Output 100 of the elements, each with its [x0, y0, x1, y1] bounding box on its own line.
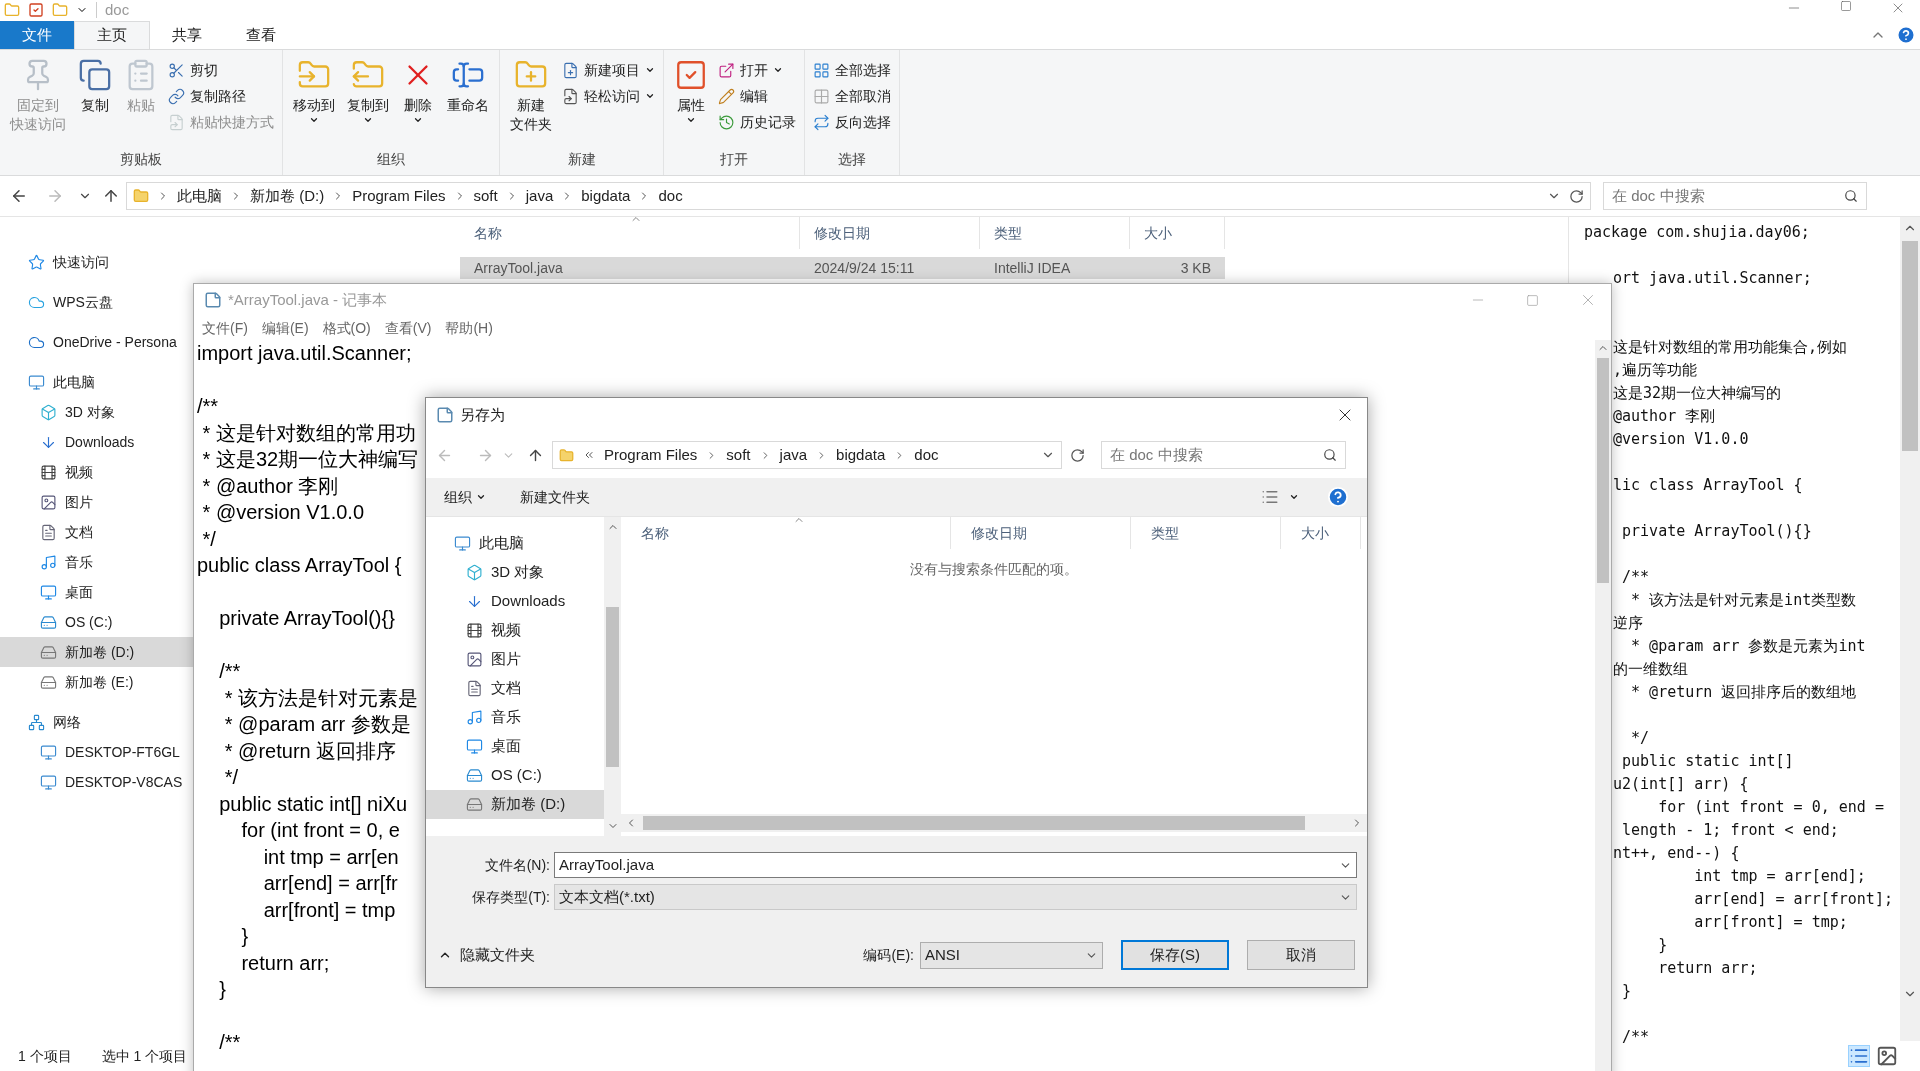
toolbar-button[interactable]: 组织	[444, 486, 486, 508]
filetype-select[interactable]: 文本文档(*.txt)	[554, 884, 1357, 910]
ribbon-tab[interactable]: 主页	[74, 21, 150, 49]
nav-item[interactable]: 此电脑	[0, 367, 193, 397]
column-header[interactable]: 修改日期	[951, 517, 1131, 549]
nav-item[interactable]: 新加卷 (D:)	[0, 637, 193, 667]
ribbon-button[interactable]: 历史记录	[718, 110, 796, 134]
column-header[interactable]: 类型	[980, 217, 1130, 249]
menu-item[interactable]: 文件(F)	[202, 317, 248, 339]
ribbon-tab[interactable]: 查看	[224, 21, 298, 49]
scrollbar-thumb[interactable]	[643, 816, 1305, 830]
column-header[interactable]: 名称	[460, 217, 800, 249]
nav-item[interactable]: 3D 对象	[0, 397, 193, 427]
horizontal-scrollbar[interactable]	[621, 814, 1367, 832]
ribbon-button[interactable]: 新建 文件夹	[506, 56, 556, 134]
ribbon-button[interactable]: 移动到	[289, 56, 339, 125]
breadcrumb[interactable]: bigdata	[836, 443, 886, 467]
ribbon-button[interactable]: 剪切	[168, 58, 274, 82]
nav-item[interactable]: OS (C:)	[0, 607, 193, 637]
nav-item[interactable]: 视频	[0, 457, 193, 487]
folder-icon[interactable]	[4, 2, 20, 18]
column-header[interactable]: 类型	[1131, 517, 1281, 549]
scrollbar[interactable]	[604, 517, 621, 836]
menu-item[interactable]: 格式(O)	[322, 317, 371, 339]
ribbon-tab[interactable]: 文件	[0, 21, 74, 49]
nav-item[interactable]: 桌面	[0, 577, 193, 607]
ribbon-button[interactable]: 打开	[718, 58, 796, 82]
nav-item[interactable]: 桌面	[426, 732, 604, 761]
nav-item[interactable]: Downloads	[0, 427, 193, 457]
ribbon-button[interactable]: 全部取消	[813, 84, 891, 108]
ribbon-button[interactable]: 全部选择	[813, 58, 891, 82]
maximize-icon[interactable]	[1526, 293, 1539, 307]
nav-item[interactable]: 快速访问	[0, 247, 193, 277]
nav-item[interactable]: 网络	[0, 707, 193, 737]
breadcrumb[interactable]: soft	[473, 184, 498, 208]
caret-icon[interactable]	[1289, 492, 1299, 502]
toolbar-button[interactable]: 新建文件夹	[520, 486, 590, 508]
ribbon-button[interactable]: 重命名	[443, 56, 493, 115]
ribbon-button[interactable]: 复制	[74, 56, 116, 115]
nav-item[interactable]: DESKTOP-V8CAS	[0, 767, 193, 797]
breadcrumb[interactable]: Program Files	[604, 443, 698, 467]
restore-icon[interactable]	[1840, 0, 1852, 12]
nav-item[interactable]: 新加卷 (D:)	[426, 790, 604, 819]
nav-item[interactable]: 图片	[0, 487, 193, 517]
nav-item[interactable]: 3D 对象	[426, 558, 604, 587]
nav-item[interactable]: 文档	[426, 674, 604, 703]
address-bar[interactable]: Program Files soft java bigdata doc	[552, 441, 1062, 469]
encoding-select[interactable]: ANSI	[920, 941, 1103, 969]
menu-item[interactable]: 帮助(H)	[445, 317, 493, 339]
details-view-icon[interactable]	[1848, 1045, 1870, 1067]
address-bar[interactable]: 此电脑 新加卷 (D:) Program Files soft java bigdata doc	[126, 182, 1591, 210]
view-icon[interactable]	[1261, 488, 1279, 506]
ribbon-button[interactable]: 新建项目	[562, 58, 655, 82]
scrollbar-thumb[interactable]	[606, 607, 619, 767]
refresh-icon[interactable]	[1070, 447, 1085, 463]
breadcrumb[interactable]: Program Files	[352, 184, 446, 208]
breadcrumb[interactable]: soft	[726, 443, 751, 467]
scrollbar-thumb[interactable]	[1597, 358, 1609, 583]
ribbon-button[interactable]: 复制到	[343, 56, 393, 125]
breadcrumb[interactable]: java	[779, 443, 808, 467]
nav-item[interactable]: 新加卷 (E:)	[0, 667, 193, 697]
ribbon-button[interactable]: 反向选择	[813, 110, 891, 134]
ribbon-button[interactable]: 编辑	[718, 84, 796, 108]
nav-item[interactable]: 视频	[426, 616, 604, 645]
ribbon-button[interactable]: 轻松访问	[562, 84, 655, 108]
folder-icon[interactable]	[52, 2, 68, 18]
nav-item[interactable]: 音乐	[0, 547, 193, 577]
nav-item[interactable]: 图片	[426, 645, 604, 674]
nav-item[interactable]: WPS云盘	[0, 287, 193, 317]
breadcrumb[interactable]: bigdata	[581, 184, 631, 208]
scrollbar-thumb[interactable]	[1902, 241, 1918, 451]
nav-item[interactable]: 此电脑	[426, 529, 604, 558]
nav-item[interactable]: OS (C:)	[426, 761, 604, 790]
column-header[interactable]: 修改日期	[800, 217, 980, 249]
help-icon[interactable]	[1896, 25, 1916, 45]
column-header[interactable]: 大小	[1130, 217, 1225, 249]
nav-item[interactable]: DESKTOP-FT6GL	[0, 737, 193, 767]
menu-item[interactable]: 编辑(E)	[261, 317, 309, 339]
breadcrumb[interactable]: java	[525, 184, 554, 208]
nav-item[interactable]: 音乐	[426, 703, 604, 732]
breadcrumb[interactable]: doc	[914, 443, 939, 467]
search-field[interactable]: 在 doc 中搜索	[1101, 441, 1346, 469]
file-row[interactable]: ArrayTool.java 2024/9/24 15:11 IntelliJ IDEA 3 KB	[460, 257, 1225, 279]
ribbon-button[interactable]: 复制路径	[168, 84, 274, 108]
ribbon-button[interactable]: 属性	[670, 56, 712, 125]
nav-item[interactable]: Downloads	[426, 587, 604, 616]
menu-item[interactable]: 查看(V)	[384, 317, 432, 339]
dialog-button[interactable]: 取消	[1247, 940, 1355, 970]
column-header[interactable]: 大小	[1281, 517, 1361, 549]
overflow-icon[interactable]	[583, 449, 595, 461]
hide-folders-button[interactable]: 隐藏文件夹	[438, 943, 535, 967]
dialog-button[interactable]: 保存(S)	[1121, 940, 1229, 970]
column-header[interactable]: 名称	[621, 517, 951, 549]
refresh-icon[interactable]	[1569, 188, 1584, 204]
ribbon-button[interactable]: 删除	[397, 56, 439, 125]
help-icon[interactable]	[1327, 486, 1349, 508]
scrollbar[interactable]	[1595, 340, 1611, 1071]
scrollbar[interactable]	[1900, 217, 1920, 1041]
nav-item[interactable]: 文档	[0, 517, 193, 547]
up-icon[interactable]	[102, 187, 120, 205]
